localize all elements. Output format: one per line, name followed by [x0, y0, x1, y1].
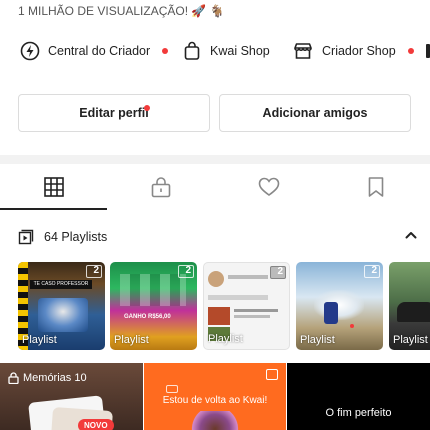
- playlist-item-count: 2: [277, 266, 283, 277]
- playlist-label: Playlist: [300, 334, 335, 346]
- playlist-label: Playlist: [22, 334, 57, 346]
- memories-label: Memórias 10: [23, 372, 87, 384]
- overflow-icon: [426, 44, 430, 58]
- notification-dot: [407, 48, 414, 54]
- playlist-card[interactable]: Playlist: [389, 262, 430, 350]
- new-badge: NOVO: [78, 419, 114, 430]
- section-divider: [0, 155, 430, 164]
- video-tile[interactable]: O fim perfeito: [287, 363, 430, 430]
- profile-milestone-text: 1 MILHÃO DE VISUALIZAÇÃO! 🚀 🐐: [18, 4, 225, 18]
- active-tab-indicator: [0, 208, 107, 210]
- creator-center-label: Central do Criador: [48, 44, 151, 58]
- lightning-icon: [20, 41, 40, 61]
- playlist-item-count: 2: [185, 265, 191, 276]
- playlist-label: Playlist: [208, 333, 243, 345]
- heart-icon: [258, 177, 279, 196]
- lock-icon: [151, 177, 170, 198]
- storefront-icon: [294, 43, 312, 59]
- add-friends-label: Adicionar amigos: [262, 106, 368, 120]
- kwai-shop-link[interactable]: Kwai Shop: [182, 36, 270, 66]
- add-friends-button[interactable]: Adicionar amigos: [219, 94, 411, 132]
- shopping-bag-icon: [184, 41, 200, 60]
- playlist-carousel: TE CASO PROFESSOR 2 Playlist GANHO R$56,…: [18, 262, 430, 350]
- video-caption: O fim perfeito: [325, 407, 392, 419]
- notification-dot: [144, 105, 150, 111]
- playlist-item-count: 2: [371, 265, 377, 276]
- thumbnail-caption: TE CASO PROFESSOR: [30, 280, 92, 289]
- creator-shop-link[interactable]: Criador Shop: [292, 36, 414, 66]
- playlist-item-count: 2: [93, 265, 99, 276]
- tab-private[interactable]: [107, 164, 214, 210]
- kwai-shop-label: Kwai Shop: [210, 44, 270, 58]
- playlist-card[interactable]: 2 Playlist: [203, 262, 290, 350]
- tab-saved[interactable]: [322, 164, 429, 210]
- playlist-count-label: 64 Playlists: [44, 230, 108, 244]
- quick-links-row: Central do Criador Kwai Shop Criador Sho…: [0, 36, 430, 66]
- playlist-card[interactable]: 2 Playlist: [296, 262, 383, 350]
- memories-tile[interactable]: Memórias 10 NOVO: [0, 363, 143, 430]
- lock-icon: [8, 372, 19, 384]
- profile-feed: Memórias 10 NOVO Estou de volta ao Kwai!…: [0, 363, 430, 430]
- playlist-header: 64 Playlists: [18, 226, 418, 248]
- playlist-label: Playlist: [114, 334, 149, 346]
- notification-dot: [162, 48, 169, 54]
- chevron-up-icon[interactable]: [404, 228, 418, 242]
- profile-tabs: [0, 164, 430, 210]
- grid-icon: [43, 177, 64, 197]
- playlist-card[interactable]: GANHO R$56,00 2 Playlist: [110, 262, 197, 350]
- creator-shop-label: Criador Shop: [322, 44, 396, 58]
- edit-profile-button[interactable]: Editar perfil: [18, 94, 210, 132]
- image-icon: [266, 369, 278, 380]
- edit-profile-label: Editar perfil: [79, 106, 149, 120]
- thumbnail-caption: GANHO R$56,00: [124, 314, 171, 320]
- promo-tile[interactable]: Estou de volta ao Kwai!: [144, 363, 286, 430]
- playlist-card[interactable]: TE CASO PROFESSOR 2 Playlist: [18, 262, 105, 350]
- tab-grid[interactable]: [0, 164, 107, 210]
- promo-text: Estou de volta ao Kwai!: [162, 395, 268, 406]
- playlist-label: Playlist: [393, 334, 428, 346]
- bookmark-icon: [368, 177, 383, 197]
- tab-liked[interactable]: [215, 164, 322, 210]
- memories-title: Memórias 10: [8, 372, 87, 384]
- creator-center-link[interactable]: Central do Criador: [20, 36, 169, 66]
- playlist-icon: [18, 229, 34, 245]
